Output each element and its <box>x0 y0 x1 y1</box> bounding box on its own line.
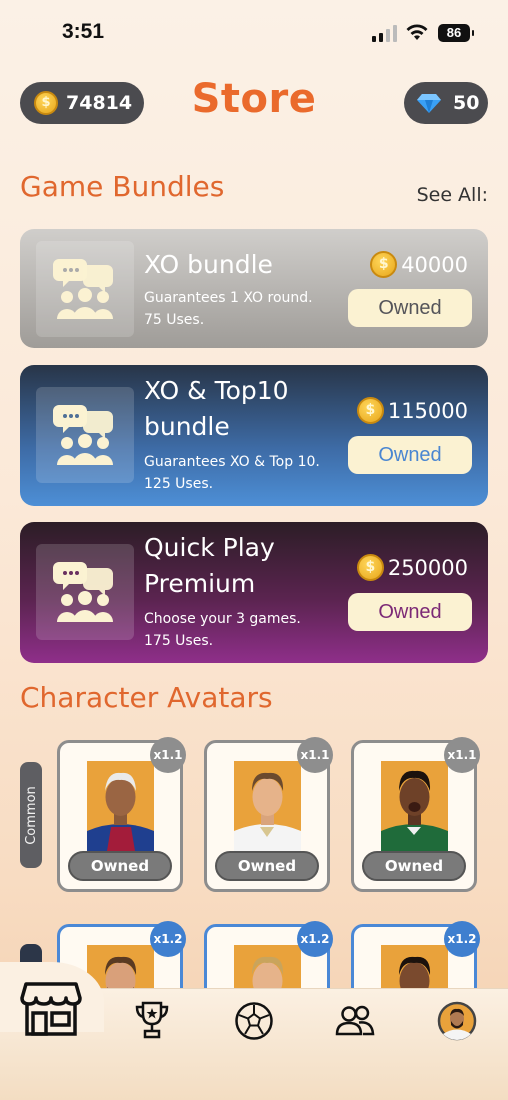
see-all-link[interactable]: See All: <box>417 184 488 206</box>
multiplier-badge: x1.2 <box>444 921 480 957</box>
profile-tab[interactable] <box>436 1000 478 1042</box>
coin-icon: $ <box>356 397 384 424</box>
multiplier-badge: x1.2 <box>150 921 186 957</box>
bundle-icon <box>36 544 134 640</box>
store-tab[interactable] <box>18 978 84 1040</box>
bundle-card-quick-play-premium[interactable]: Quick Play Premium Choose your 3 games. … <box>20 522 488 663</box>
trophy-tab[interactable] <box>132 998 172 1042</box>
avatar-card[interactable]: x1.1 Owned <box>204 737 333 892</box>
status-bar: 3:51 86 <box>0 0 508 64</box>
play-tab[interactable] <box>233 1000 275 1042</box>
bundle-price: $ 40000 <box>370 251 468 278</box>
gems-balance[interactable]: 50 <box>404 82 488 124</box>
bundle-card-xo[interactable]: XO bundle Guarantees 1 XO round. 75 Uses… <box>20 229 488 348</box>
rarity-label: Common <box>23 785 39 845</box>
bundle-name: XO bundle <box>144 250 273 279</box>
gems-value: 50 <box>453 92 480 114</box>
friends-tab[interactable] <box>334 1002 376 1038</box>
bundle-price: $ 250000 <box>356 554 468 581</box>
cellular-signal-icon <box>372 24 398 42</box>
owned-button[interactable]: Owned <box>348 593 472 631</box>
owned-button[interactable]: Owned <box>348 436 472 474</box>
bundle-card-xo-top10[interactable]: XO & Top10 bundle Guarantees XO & Top 10… <box>20 365 488 506</box>
owned-badge: Owned <box>362 851 466 881</box>
owned-button[interactable]: Owned <box>348 289 472 327</box>
battery-indicator: 86 <box>438 24 474 42</box>
multiplier-badge: x1.1 <box>150 737 186 773</box>
bundle-description: Choose your 3 games. 175 Uses. <box>144 611 301 649</box>
rarity-tab-common[interactable]: Common <box>20 762 42 868</box>
coin-icon: $ <box>356 554 384 581</box>
game-bundles-title: Game Bundles <box>20 170 225 203</box>
soccer-ball-icon <box>235 1002 273 1040</box>
bundle-icon <box>36 387 134 483</box>
diamond-icon <box>417 94 441 113</box>
player-portrait <box>87 761 154 851</box>
multiplier-badge: x1.2 <box>297 921 333 957</box>
group-chat-icon <box>53 562 113 622</box>
bundle-name: Quick Play Premium <box>144 533 275 598</box>
bundle-icon <box>36 241 134 337</box>
group-chat-icon <box>53 405 113 465</box>
owned-badge: Owned <box>68 851 172 881</box>
player-portrait <box>234 761 301 851</box>
owned-badge: Owned <box>215 851 319 881</box>
trophy-icon <box>135 1001 169 1039</box>
group-chat-icon <box>53 259 113 319</box>
avatar-card[interactable]: x1.1 Owned <box>351 737 480 892</box>
bundle-description: Guarantees 1 XO round. 75 Uses. <box>144 290 313 328</box>
player-portrait <box>381 761 448 851</box>
bundle-name: XO & Top10 bundle <box>144 376 289 441</box>
store-icon <box>20 982 82 1036</box>
multiplier-badge: x1.1 <box>444 737 480 773</box>
profile-avatar-icon <box>437 1001 477 1041</box>
multiplier-badge: x1.1 <box>297 737 333 773</box>
friends-icon <box>335 1005 375 1036</box>
status-time: 3:51 <box>62 20 105 43</box>
coin-icon: $ <box>370 251 398 278</box>
avatar-card[interactable]: x1.1 Owned <box>57 737 186 892</box>
bundle-description: Guarantees XO & Top 10. 125 Uses. <box>144 454 320 492</box>
bundle-price: $ 115000 <box>356 397 468 424</box>
wifi-icon <box>406 24 428 40</box>
character-avatars-title: Character Avatars <box>20 681 273 714</box>
